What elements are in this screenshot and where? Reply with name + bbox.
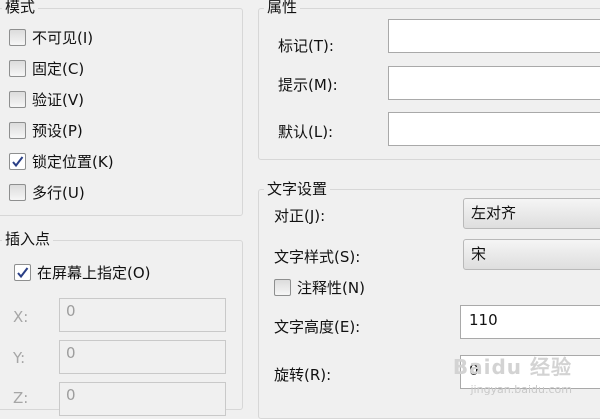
checkmark-icon (12, 155, 24, 167)
checkbox-box[interactable] (9, 121, 26, 139)
checkbox-label: 多行(U) (32, 183, 85, 202)
attribute-group-title: 属性 (264, 0, 301, 16)
tag-label: 标记(T): (278, 37, 334, 55)
text-style-dropdown[interactable]: 宋 (463, 239, 600, 270)
prompt-input[interactable] (388, 66, 600, 100)
default-input[interactable] (388, 112, 600, 146)
baidu-jingyan-url-watermark: jingyan.baidu.com (470, 383, 572, 396)
default-label: 默认(L): (278, 123, 334, 141)
text-height-input[interactable]: 110 (460, 305, 600, 339)
lock-position-checkbox[interactable]: 锁定位置(K) (9, 150, 114, 172)
justify-label: 对正(J): (274, 207, 326, 225)
checkbox-label: 在屏幕上指定(O) (37, 263, 151, 282)
text-height-label: 文字高度(E): (274, 318, 361, 336)
tag-input[interactable] (388, 19, 600, 53)
specify-on-screen-checkbox[interactable]: 在屏幕上指定(O) (14, 261, 151, 283)
mode-group-title: 模式 (2, 0, 39, 16)
invisible-checkbox[interactable]: 不可见(I) (9, 26, 93, 48)
y-coordinate-field: 0 (59, 340, 226, 374)
checkbox-label: 注释性(N) (297, 278, 365, 297)
checkbox-box[interactable] (9, 183, 26, 201)
rotation-label: 旋转(R): (274, 366, 332, 384)
checkbox-label: 锁定位置(K) (32, 152, 114, 171)
checkbox-label: 验证(V) (32, 90, 84, 109)
x-coordinate-field: 0 (59, 298, 226, 332)
checkbox-label: 不可见(I) (32, 28, 94, 47)
constant-checkbox[interactable]: 固定(C) (9, 57, 84, 79)
multiline-checkbox[interactable]: 多行(U) (9, 181, 85, 203)
checkbox-box[interactable] (9, 90, 26, 108)
text-style-label: 文字样式(S): (274, 248, 361, 266)
justify-dropdown[interactable]: 左对齐 (463, 198, 600, 229)
baidu-jingyan-watermark: Baidu 经验 (452, 355, 572, 379)
checkmark-icon (17, 266, 29, 278)
annotative-checkbox[interactable]: 注释性(N) (274, 276, 365, 298)
checkbox-box[interactable] (274, 278, 291, 296)
checkbox-label: 预设(P) (32, 121, 83, 140)
y-label: Y: (13, 349, 26, 367)
preset-checkbox[interactable]: 预设(P) (9, 119, 83, 141)
verify-checkbox[interactable]: 验证(V) (9, 88, 84, 110)
insert-point-group-title: 插入点 (2, 230, 54, 248)
checkbox-box[interactable] (9, 152, 26, 170)
checkbox-box[interactable] (9, 59, 26, 77)
prompt-label: 提示(M): (278, 76, 338, 94)
x-label: X: (13, 308, 29, 326)
text-settings-group-title: 文字设置 (264, 180, 331, 198)
checkbox-box[interactable] (14, 263, 31, 281)
checkbox-label: 固定(C) (32, 59, 85, 78)
z-coordinate-field: 0 (59, 382, 226, 416)
z-label: Z: (13, 389, 29, 407)
checkbox-box[interactable] (9, 28, 26, 46)
